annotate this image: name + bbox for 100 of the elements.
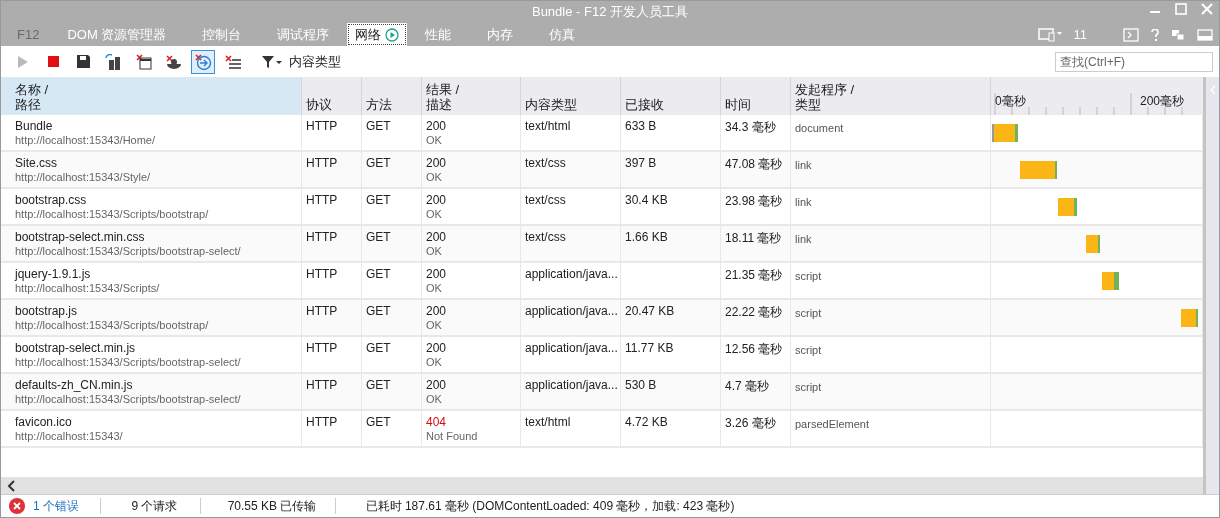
request-path: http://localhost:15343/Scripts/bootstrap/: [15, 208, 210, 220]
initiator-text: link: [795, 159, 813, 171]
method-text: GET: [366, 341, 392, 355]
clear-cookie-icon: [164, 53, 182, 70]
time-text: 18.11 毫秒: [725, 230, 783, 247]
request-name: Bundle: [15, 119, 54, 133]
request-path: http://localhost:15343/: [15, 430, 124, 442]
filter-label[interactable]: 内容类型: [289, 52, 341, 71]
method-text: GET: [366, 156, 392, 170]
status-description: OK: [426, 319, 443, 331]
request-name: jquery-1.9.1.js: [15, 267, 92, 281]
received-size: 11.77 KB: [625, 341, 675, 355]
timing-bar: [992, 123, 1018, 142]
protocol-text: HTTP: [306, 193, 339, 207]
column-header[interactable]: 名称 / 路径: [1, 77, 302, 115]
timing-bar: [1020, 160, 1057, 179]
received-size: 4.72 KB: [625, 415, 669, 429]
clear-navigate-icon: [194, 52, 212, 71]
vertical-scrollbar[interactable]: [1203, 77, 1219, 494]
time-text: 23.98 毫秒: [725, 193, 784, 210]
undock-icon[interactable]: [1171, 28, 1185, 41]
transferred-size: 70.55 KB 已传输: [227, 497, 317, 515]
content-type-text: application/java...: [525, 267, 616, 281]
request-name: bootstrap-select.min.js: [15, 341, 137, 355]
play-icon: [17, 54, 29, 69]
collapse-icon[interactable]: [1209, 85, 1216, 95]
timing-bar: [1102, 271, 1119, 290]
tab[interactable]: 网络: [347, 23, 408, 46]
content-type-text: application/java...: [525, 378, 616, 392]
column-header[interactable]: 方法: [362, 77, 422, 115]
status-description: OK: [426, 356, 443, 368]
method-text: GET: [366, 193, 392, 207]
column-header[interactable]: 发起程序 / 类型: [791, 77, 991, 115]
status-description: OK: [426, 245, 443, 257]
dock-icon[interactable]: [1197, 28, 1213, 41]
clear-list-icon: [224, 53, 242, 70]
method-text: GET: [366, 378, 392, 392]
time-text: 22.22 毫秒: [725, 304, 784, 321]
error-count-link[interactable]: 1 个错误: [33, 497, 79, 515]
time-text: 3.26 毫秒: [725, 415, 777, 432]
request-name: bootstrap.css: [15, 193, 88, 207]
status-code: 200: [426, 341, 448, 355]
status-code: 200: [426, 119, 448, 133]
received-size: 20.47 KB: [625, 304, 676, 318]
received-size: 30.4 KB: [625, 193, 669, 207]
device-icon[interactable]: [1037, 27, 1062, 42]
request-path: http://localhost:15343/Scripts/: [15, 282, 161, 294]
request-path: http://localhost:15343/Scripts/bootstrap/: [15, 319, 210, 331]
time-text: 34.3 毫秒: [725, 119, 777, 136]
initiator-text: script: [795, 270, 823, 282]
status-code: 200: [426, 193, 448, 207]
time-text: 4.7 毫秒: [725, 378, 770, 395]
status-description: Not Found: [426, 430, 479, 442]
status-description: OK: [426, 171, 443, 183]
initiator-text: document: [795, 122, 845, 134]
elapsed-time: 已耗时 187.61 毫秒 (DOMContentLoaded: 409 毫秒，加载: 423 毫秒): [365, 497, 735, 515]
column-header[interactable]: 内容类型: [521, 77, 621, 115]
horizontal-scrollbar[interactable]: [1, 477, 1203, 494]
column-header[interactable]: 协议: [302, 77, 362, 115]
content-type-text: application/java...: [525, 341, 616, 355]
request-path: http://localhost:15343/Home/: [15, 134, 157, 146]
request-count: 9 个请求: [131, 497, 178, 515]
request-path: http://localhost:15343/Scripts/bootstrap-select/: [15, 393, 242, 405]
column-header[interactable]: 时间: [721, 77, 791, 115]
stop-icon: [47, 56, 59, 67]
content-type-text: text/css: [525, 230, 567, 244]
console-icon[interactable]: [1123, 27, 1139, 42]
window-title: Bundle - F12 开发人员工具: [531, 3, 688, 21]
content-type-text: text/css: [525, 193, 567, 207]
status-code: 200: [426, 230, 448, 244]
maximize-icon[interactable]: [1175, 3, 1187, 15]
error-icon: [9, 498, 25, 514]
help-icon[interactable]: [1151, 28, 1159, 41]
time-text: 21.35 毫秒: [725, 267, 784, 284]
protocol-text: HTTP: [306, 415, 339, 429]
method-text: GET: [366, 304, 392, 318]
filter-icon[interactable]: [261, 54, 283, 69]
status-code: 404: [426, 415, 448, 429]
timing-bar: [1086, 234, 1100, 253]
status-description: OK: [426, 282, 443, 294]
column-header[interactable]: 结果 / 描述: [422, 77, 521, 115]
protocol-text: HTTP: [306, 156, 339, 170]
time-text: 47.08 毫秒: [725, 156, 784, 173]
status-code: 200: [426, 378, 448, 392]
status-code: 200: [426, 304, 448, 318]
close-icon[interactable]: [1201, 3, 1213, 15]
search-field[interactable]: 查找(Ctrl+F): [1055, 51, 1213, 72]
protocol-text: HTTP: [306, 230, 339, 244]
request-path: http://localhost:15343/Scripts/bootstrap-select/: [15, 356, 242, 368]
request-path: http://localhost:15343/Scripts/bootstrap-select/: [15, 245, 242, 257]
status-description: OK: [426, 134, 443, 146]
column-header[interactable]: 已接收: [621, 77, 721, 115]
request-path: http://localhost:15343/Style/: [15, 171, 152, 183]
request-name: Site.css: [15, 156, 58, 170]
initiator-text: parsedElement: [795, 418, 870, 430]
timing-bar: [1181, 308, 1198, 327]
received-size: 397 B: [625, 156, 658, 170]
status-description: OK: [426, 208, 443, 220]
scroll-left-icon[interactable]: [7, 479, 15, 492]
initiator-text: link: [795, 233, 813, 245]
